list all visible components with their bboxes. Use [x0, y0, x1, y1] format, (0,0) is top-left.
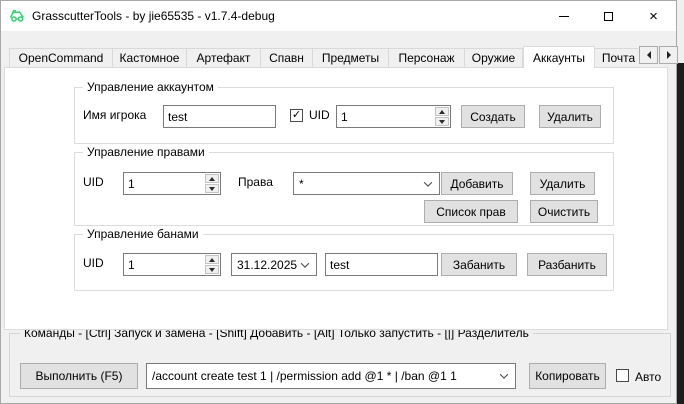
arrow-up-icon — [209, 177, 215, 181]
perm-uid-input[interactable] — [124, 173, 204, 194]
chevron-down-icon — [301, 259, 309, 267]
tab-artefakt[interactable]: Артефакт — [187, 48, 261, 68]
app-logo-icon — [9, 8, 25, 24]
perm-uid-spinner[interactable] — [123, 172, 221, 195]
player-name-label: Имя игрока — [83, 108, 146, 122]
spinner-buttons — [204, 173, 220, 194]
ban-uid-label: UID — [83, 256, 104, 270]
ban-date-picker[interactable]: 31.12.2025 — [231, 253, 317, 276]
delete-account-button[interactable]: Удалить — [539, 105, 601, 128]
arrow-down-icon — [209, 187, 215, 191]
group-title: Управление правами — [83, 145, 209, 159]
command-value: /account create test 1 | /permission add… — [152, 369, 457, 383]
tab-spavn[interactable]: Спавн — [261, 48, 313, 68]
permission-management-group: Управление правами UID Права * Добавить … — [74, 152, 614, 226]
auto-checkbox-label: Авто — [635, 370, 661, 384]
remove-permission-button[interactable]: Удалить — [530, 172, 595, 195]
unban-button[interactable]: Разбанить — [527, 253, 607, 276]
chevron-down-icon — [424, 178, 432, 186]
account-management-group: Управление аккаунтом Имя игрока ✓ UID Со… — [74, 87, 614, 144]
arrow-down-icon — [209, 268, 215, 272]
maximize-button[interactable] — [586, 1, 631, 31]
minimize-button[interactable] — [541, 1, 586, 31]
group-title: Управление банами — [83, 227, 203, 241]
arrow-down-icon — [439, 120, 445, 124]
ban-uid-spinner[interactable] — [123, 253, 221, 276]
ban-uid-input[interactable] — [124, 254, 204, 275]
tab-label: OpenCommand — [19, 51, 104, 65]
commands-group: Команды - [Ctrl] Запуск и замена - [Shif… — [9, 333, 671, 397]
chevron-down-icon — [500, 370, 508, 378]
app-window: GrasscutterTools - by jie65535 - v1.7.4-… — [0, 0, 677, 404]
group-title: Управление аккаунтом — [83, 80, 218, 94]
ban-button[interactable]: Забанить — [441, 253, 517, 276]
uid-checkbox[interactable]: ✓ — [290, 109, 303, 122]
spin-down-button[interactable] — [205, 184, 219, 193]
tab-label: Спавн — [269, 51, 304, 65]
command-combobox[interactable]: /account create test 1 | /permission add… — [146, 363, 516, 389]
perm-label: Права — [238, 175, 273, 189]
maximize-icon — [604, 12, 613, 21]
tab-label: Персонаж — [398, 51, 454, 65]
spinner-buttons — [204, 254, 220, 275]
tab-label: Предметы — [322, 51, 379, 65]
spin-up-button[interactable] — [205, 174, 219, 183]
permission-combobox[interactable]: * — [293, 172, 440, 195]
accounts-tab-page: Управление аккаунтом Имя игрока ✓ UID Со… — [4, 67, 668, 330]
player-name-input[interactable] — [163, 105, 276, 128]
tab-predmety[interactable]: Предметы — [313, 48, 389, 68]
ban-management-group: Управление банами UID 31.12.2025 Забанит… — [74, 234, 614, 291]
tab-bar: OpenCommand Кастомное Артефакт Спавн Пре… — [9, 45, 638, 68]
tab-scroll-buttons — [639, 46, 678, 64]
clear-permissions-button[interactable]: Очистить — [530, 200, 598, 223]
window-controls: × — [541, 1, 676, 31]
arrow-left-icon — [647, 51, 651, 59]
ban-date-value: 31.12.2025 — [237, 258, 297, 272]
spin-up-button[interactable] — [435, 107, 449, 116]
spin-down-button[interactable] — [205, 265, 219, 274]
tab-label: Оружие — [472, 51, 515, 65]
title-bar: GrasscutterTools - by jie65535 - v1.7.4-… — [1, 1, 676, 31]
tab-opencommand[interactable]: OpenCommand — [9, 48, 113, 68]
account-uid-input[interactable] — [337, 106, 434, 127]
add-permission-button[interactable]: Добавить — [441, 172, 513, 195]
window-title: GrasscutterTools - by jie65535 - v1.7.4-… — [32, 9, 275, 23]
tab-label: Аккаунты — [533, 51, 585, 65]
ban-reason-input[interactable] — [325, 253, 438, 276]
arrow-up-icon — [439, 110, 445, 114]
uid-checkbox-label: UID — [309, 108, 330, 122]
tab-oruzhie[interactable]: Оружие — [465, 48, 523, 68]
tab-label: Артефакт — [197, 51, 251, 65]
close-icon: × — [649, 9, 658, 24]
desktop-background — [677, 63, 684, 404]
arrow-up-icon — [209, 258, 215, 262]
tab-personazh[interactable]: Персонаж — [389, 48, 465, 68]
check-icon: ✓ — [292, 110, 301, 121]
perm-uid-label: UID — [83, 175, 104, 189]
tab-akkaunty[interactable]: Аккаунты — [523, 46, 595, 68]
tab-kastomnoe[interactable]: Кастомное — [113, 48, 187, 68]
create-account-button[interactable]: Создать — [461, 105, 525, 128]
run-command-button[interactable]: Выполнить (F5) — [20, 363, 138, 389]
permission-value: * — [299, 177, 304, 191]
tab-label: Кастомное — [120, 51, 180, 65]
auto-checkbox[interactable] — [616, 369, 629, 382]
spin-up-button[interactable] — [205, 255, 219, 264]
close-button[interactable]: × — [631, 1, 676, 31]
tab-label: Почта — [602, 51, 635, 65]
arrow-right-icon — [667, 51, 671, 59]
minimize-icon — [559, 16, 569, 17]
permission-list-button[interactable]: Список прав — [424, 200, 518, 223]
copy-command-button[interactable]: Копировать — [529, 363, 606, 389]
tab-scroll-right-button[interactable] — [659, 46, 678, 64]
tab-pochta[interactable]: Почта — [595, 48, 638, 68]
tab-scroll-left-button[interactable] — [639, 46, 658, 64]
spinner-buttons — [434, 106, 450, 127]
account-uid-spinner[interactable] — [336, 105, 451, 128]
spin-down-button[interactable] — [435, 117, 449, 126]
